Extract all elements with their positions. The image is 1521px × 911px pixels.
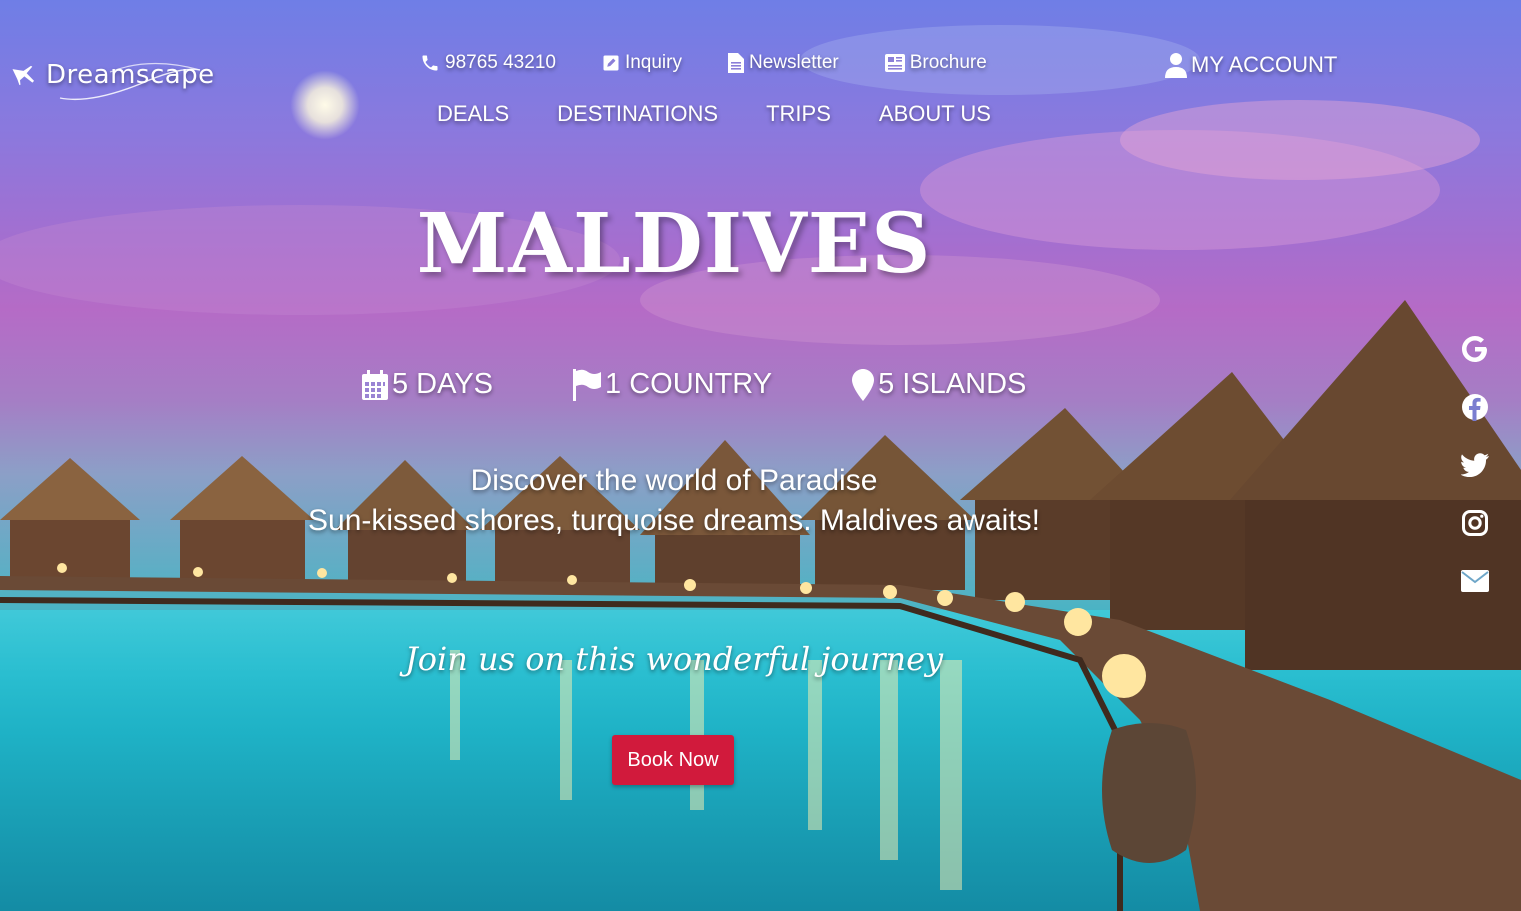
nav-deals[interactable]: DEALS (437, 101, 509, 127)
stat-country-label: 1 COUNTRY (605, 368, 773, 400)
water-villas-scenery (0, 300, 1521, 911)
stat-islands-label: 5 ISLANDS (878, 368, 1027, 400)
nav-destinations[interactable]: DESTINATIONS (557, 101, 718, 127)
brochure-link[interactable]: Brochure (884, 52, 987, 74)
user-icon (1165, 53, 1187, 78)
main-nav: DEALS DESTINATIONS TRIPS ABOUT US (437, 101, 1039, 127)
airplane-icon (12, 65, 35, 86)
phone-link[interactable]: 98765 43210 (420, 52, 556, 74)
social-sidebar (1458, 332, 1492, 622)
brand-logo[interactable]: Dreamscape (12, 60, 215, 101)
brochure-icon (884, 54, 905, 72)
calendar-icon (362, 369, 388, 400)
inquiry-label: Inquiry (624, 52, 682, 73)
nav-trips[interactable]: TRIPS (766, 101, 831, 127)
document-icon (727, 53, 744, 73)
mail-icon (1461, 570, 1489, 592)
edit-icon (603, 55, 619, 71)
flag-icon (573, 368, 602, 401)
stat-country: 1 COUNTRY (573, 368, 772, 401)
twitter-link[interactable] (1458, 448, 1492, 482)
newsletter-link[interactable]: Newsletter (727, 52, 839, 74)
logo-swoosh (59, 62, 201, 101)
hero-title: MALDIVES (416, 196, 932, 292)
map-pin-icon (852, 368, 875, 401)
instagram-icon (1462, 510, 1488, 536)
facebook-link[interactable] (1458, 390, 1492, 424)
stat-days-label: 5 DAYS (392, 368, 494, 400)
twitter-icon (1461, 453, 1489, 477)
hero-tagline-primary: Discover the world of Paradise (470, 464, 878, 497)
inquiry-link[interactable]: Inquiry (602, 52, 682, 74)
stat-days: 5 DAYS (362, 368, 493, 401)
clay-vase (1102, 723, 1196, 863)
google-link[interactable] (1458, 332, 1492, 366)
utility-bar: 98765 43210 Inquiry Newsletter Brochure (420, 52, 1033, 74)
hero-background (0, 0, 1521, 911)
book-now-button[interactable]: Book Now (612, 735, 734, 785)
phone-icon (422, 55, 438, 71)
stat-islands: 5 ISLANDS (852, 368, 1026, 401)
my-account-link[interactable]: MY ACCOUNT (1165, 52, 1337, 78)
phone-number: 98765 43210 (445, 52, 556, 73)
email-link[interactable] (1458, 564, 1492, 598)
facebook-icon (1462, 394, 1488, 421)
nav-about-us[interactable]: ABOUT US (879, 101, 991, 127)
trip-stats: 5 DAYS 1 COUNTRY 5 ISLANDS (362, 368, 1106, 401)
my-account-label: MY ACCOUNT (1191, 52, 1338, 77)
google-icon (1462, 336, 1487, 362)
brochure-label: Brochure (909, 52, 987, 73)
hero-script-line: Join us on this wonderful journey (404, 640, 944, 678)
instagram-link[interactable] (1458, 506, 1492, 540)
hero-tagline-secondary: Sun-kissed shores, turquoise dreams. Mal… (308, 504, 1040, 537)
newsletter-label: Newsletter (748, 52, 839, 73)
